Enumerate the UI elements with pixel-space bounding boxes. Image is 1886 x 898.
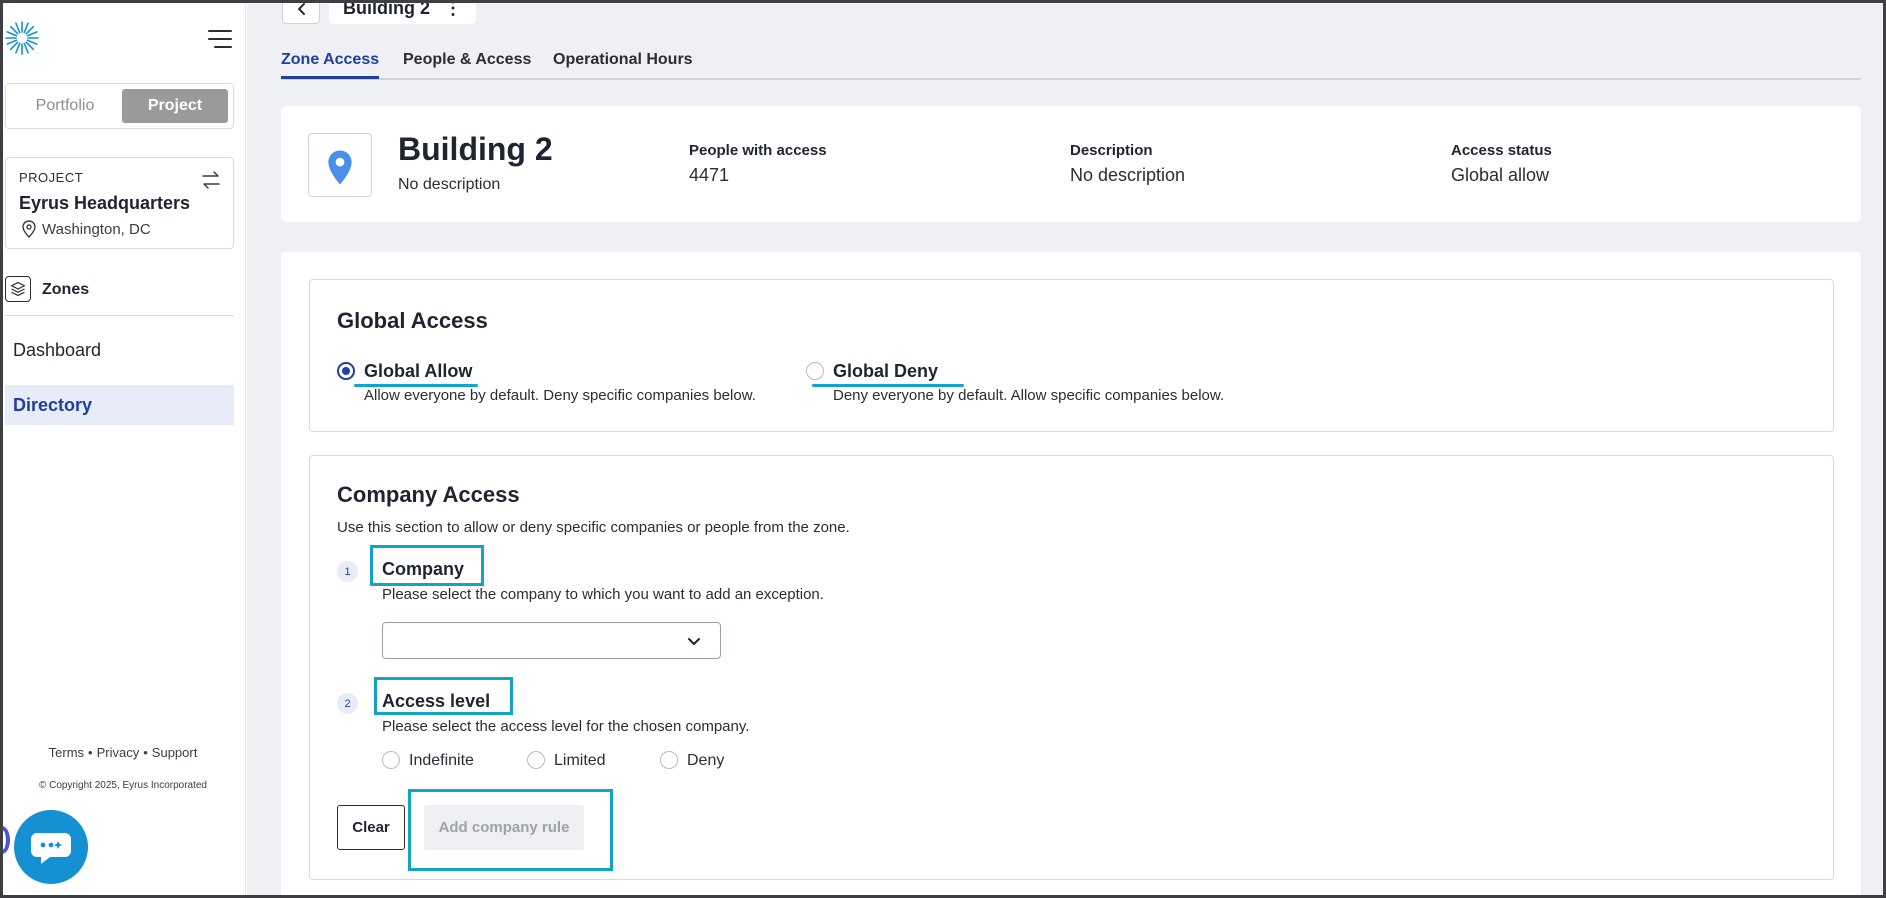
access-level-indefinite-label[interactable]: Indefinite [409,752,474,770]
stat-value: 4471 [689,165,730,185]
building-summary-card: Building 2 No description People with ac… [281,106,1861,222]
company-access-intro: Use this section to allow or deny specif… [337,519,850,536]
building-name: Building 2 [398,131,553,167]
company-access-panel: Company Access Use this section to allow… [309,455,1834,880]
step-number: 1 [337,561,358,582]
zones-header[interactable]: Zones [5,276,234,316]
project-toggle-button[interactable]: Project [122,89,228,123]
annotation-box [370,545,484,586]
annotation-box [374,677,513,715]
access-level-indefinite-radio[interactable] [382,751,400,769]
global-deny-label[interactable]: Global Deny [833,361,938,382]
annotation-box [408,789,613,871]
breadcrumb-title: Building 2 [343,0,430,18]
chevron-left-icon [298,3,305,15]
hamburger-icon[interactable] [208,30,232,48]
footer-links: Terms • Privacy • Support [48,745,198,760]
stat-value: Global allow [1451,165,1550,185]
portfolio-toggle-button[interactable]: Portfolio [12,89,118,123]
project-label: PROJECT [19,170,84,185]
access-level-limited-radio[interactable] [527,751,545,769]
chat-bubble-icon [31,833,71,864]
stat-label: Access status [1451,142,1552,159]
project-location: Washington, DC [42,221,151,238]
tab-bar: Zone Access People & Access Operational … [281,50,1861,80]
tab-operational-hours[interactable]: Operational Hours [553,51,693,79]
tab-people-access[interactable]: People & Access [403,51,531,79]
global-access-title: Global Access [337,308,488,333]
back-button[interactable] [282,0,320,24]
company-access-title: Company Access [337,482,520,507]
stat-label: People with access [689,142,827,159]
sidebar-item-dashboard[interactable]: Dashboard [5,330,234,370]
global-allow-label[interactable]: Global Allow [364,361,472,382]
global-allow-radio[interactable] [337,362,355,380]
stat-access-status: Access status Global allow [1451,142,1552,186]
global-allow-description: Allow everyone by default. Deny specific… [364,387,756,404]
terms-link[interactable]: Terms [49,745,84,760]
building-description: No description [398,176,501,193]
stat-label: Description [1070,142,1153,159]
project-name: Eyrus Headquarters [19,193,191,213]
step-number: 2 [337,693,358,714]
sidebar-item-directory[interactable]: Directory [5,385,234,425]
chevron-down-icon [688,638,700,645]
eyrus-logo[interactable] [4,20,40,56]
zones-label: Zones [42,281,90,298]
sidebar: Portfolio Project PROJECT Eyrus Headquar… [0,0,246,898]
building-icon-box [308,133,372,197]
access-level-step-description: Please select the access level for the c… [382,718,750,735]
chat-button[interactable] [14,810,88,884]
breadcrumb: Building 2 ⋮ [329,0,476,24]
global-access-panel: Global Access Global Allow Allow everyon… [309,279,1834,432]
main-content: Building 2 ⋮ Zone Access People & Access… [247,0,1886,898]
privacy-link[interactable]: Privacy [97,745,140,760]
access-level-limited-label[interactable]: Limited [554,752,606,770]
kebab-icon[interactable]: ⋮ [444,0,462,19]
access-level-deny-label[interactable]: Deny [687,752,724,770]
layers-icon [5,276,31,302]
stat-people-with-access: People with access 4471 [689,142,827,186]
project-card: PROJECT Eyrus Headquarters Washington, D… [5,157,234,249]
company-step-description: Please select the company to which you w… [382,586,824,603]
map-pin-icon [22,220,36,238]
support-link[interactable]: Support [152,745,198,760]
stat-description: Description No description [1070,142,1185,186]
stat-value: No description [1070,165,1186,185]
map-pin-icon [328,150,352,185]
swap-arrows-icon[interactable] [200,169,222,191]
tab-zone-access[interactable]: Zone Access [281,51,380,79]
global-deny-radio[interactable] [806,362,824,380]
copyright-text: © Copyright 2025, Eyrus Incorporated [38,780,207,791]
portfolio-project-toggle: Portfolio Project [5,83,234,129]
global-deny-description: Deny everyone by default. Allow specific… [833,387,1225,404]
clear-button[interactable]: Clear [337,805,405,850]
company-select[interactable] [382,622,721,659]
access-level-deny-radio[interactable] [660,751,678,769]
zone-access-card: Global Access Global Allow Allow everyon… [281,252,1861,898]
